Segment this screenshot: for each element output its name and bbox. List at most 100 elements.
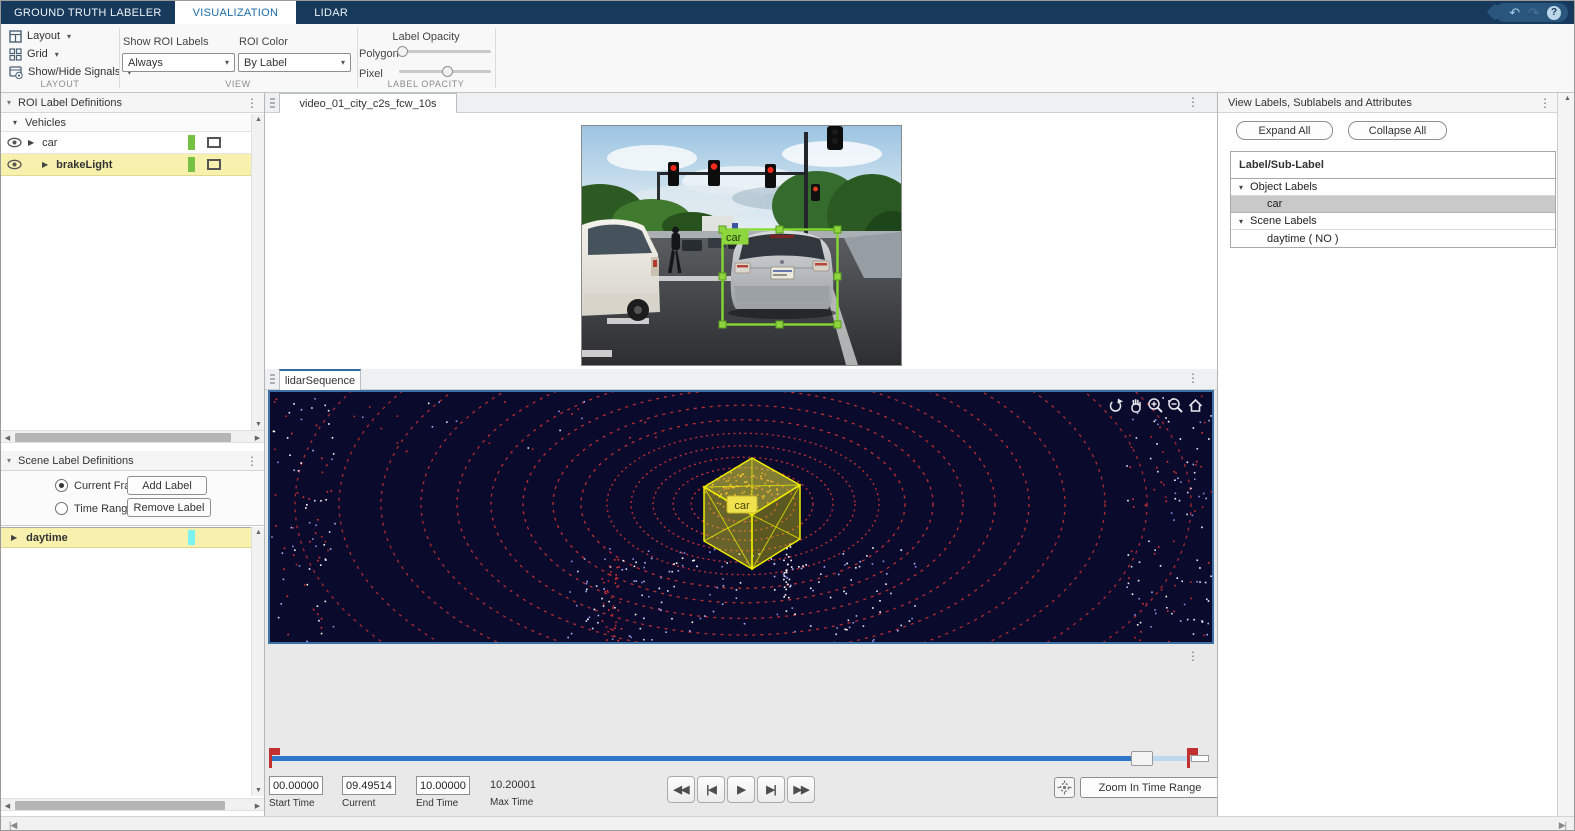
roi-item-brakelight[interactable]: ▶ brakeLight — [1, 154, 251, 176]
rewind-button[interactable]: ◀◀ — [667, 776, 695, 803]
pixel-opacity-slider[interactable] — [399, 66, 491, 77]
scroll-down-icon[interactable]: ▼ — [252, 421, 265, 428]
table-row-object-labels[interactable]: ▾ Object Labels — [1231, 179, 1555, 196]
roi-item-car[interactable]: ▶ car — [1, 132, 251, 154]
color-swatch[interactable] — [188, 135, 195, 150]
expander-icon[interactable]: ▶ — [28, 138, 34, 147]
roi-color-dropdown[interactable]: By Label▾ — [238, 53, 351, 72]
drag-grip-icon[interactable] — [270, 374, 275, 385]
tab-visualization[interactable]: VISUALIZATION — [175, 1, 297, 24]
scroll-thumb[interactable] — [15, 433, 231, 442]
show-hide-signals-button[interactable]: Show/Hide Signals▾ — [9, 64, 131, 80]
radio-icon[interactable] — [55, 502, 68, 515]
home-icon[interactable] — [1187, 397, 1204, 414]
scene-vertical-scrollbar[interactable]: ▲ ▼ — [251, 527, 264, 796]
scroll-right-icon[interactable]: ▶ — [251, 802, 264, 810]
eye-icon[interactable] — [7, 137, 22, 148]
scroll-left-icon[interactable]: ◀ — [1, 434, 14, 442]
timeline-track[interactable] — [271, 756, 1205, 761]
previous-frame-button[interactable]: |◀ — [697, 776, 725, 803]
roi-vertical-scrollbar[interactable]: ▲ ▼ — [251, 114, 264, 430]
scene-horizontal-scrollbar[interactable]: ◀ ▶ — [1, 798, 264, 811]
expanded-icon[interactable]: ▾ — [13, 118, 17, 127]
table-row-daytime[interactable]: daytime ( NO ) — [1231, 230, 1555, 247]
video-tab[interactable]: video_01_city_c2s_fcw_10s — [279, 93, 457, 113]
zoom-out-icon[interactable] — [1167, 397, 1184, 414]
expanded-icon[interactable]: ▾ — [1239, 183, 1243, 192]
current-time-input[interactable] — [342, 776, 396, 795]
scroll-up-icon[interactable]: ▲ — [252, 116, 265, 123]
video-frame[interactable]: car — [581, 125, 902, 366]
scroll-right-icon[interactable]: ▶ — [251, 434, 264, 442]
next-frame-button[interactable]: ▶| — [757, 776, 785, 803]
play-button[interactable]: ▶ — [727, 776, 755, 803]
roi-group-row[interactable]: ▾ Vehicles — [1, 114, 251, 132]
undo-icon[interactable]: ↶ — [1509, 4, 1520, 21]
table-row-scene-labels[interactable]: ▾ Scene Labels — [1231, 213, 1555, 230]
slider-thumb[interactable] — [397, 46, 408, 57]
expanded-icon[interactable]: ▾ — [1239, 217, 1243, 226]
kebab-menu-icon[interactable]: ⋮ — [1539, 98, 1551, 108]
expander-icon[interactable]: ▶ — [42, 160, 48, 169]
color-swatch[interactable] — [188, 157, 195, 172]
rotate-icon[interactable] — [1107, 397, 1124, 414]
end-flag-marker[interactable] — [1187, 748, 1190, 768]
lidar-point-cloud-view[interactable]: car — [268, 390, 1214, 644]
show-hide-signals-icon — [9, 66, 23, 79]
slider-thumb[interactable] — [442, 66, 453, 77]
tab-lidar[interactable]: LIDAR — [296, 1, 366, 24]
scroll-up-icon[interactable]: ▲ — [252, 529, 265, 536]
add-label-button[interactable]: Add Label — [127, 476, 207, 495]
expander-icon[interactable]: ▶ — [11, 533, 17, 542]
zoom-in-icon[interactable] — [1147, 397, 1164, 414]
max-time-field: 10.20001 Max Time — [490, 779, 560, 808]
radio-icon[interactable] — [55, 479, 68, 492]
right-vertical-scrollbar[interactable]: ▲ — [1557, 93, 1575, 816]
start-flag-marker[interactable] — [269, 748, 272, 768]
collapse-all-button[interactable]: Collapse All — [1348, 121, 1447, 140]
help-icon[interactable]: ? — [1547, 6, 1561, 20]
collapse-icon[interactable]: ▾ — [7, 98, 11, 107]
zoom-in-time-range-button[interactable]: Zoom In Time Range — [1080, 777, 1220, 798]
scene-item-daytime[interactable]: ▶ daytime — [1, 527, 251, 548]
drag-grip-icon[interactable] — [270, 98, 275, 109]
collapse-icon[interactable]: ▾ — [7, 456, 11, 465]
kebab-menu-icon[interactable]: ⋮ — [1187, 97, 1199, 107]
roi-color-label: ROI Color — [239, 36, 288, 48]
scroll-left-icon[interactable]: ◀ — [1, 802, 14, 810]
kebab-menu-icon[interactable]: ⋮ — [1187, 651, 1199, 661]
pan-hand-icon[interactable] — [1127, 397, 1144, 414]
roi-horizontal-scrollbar[interactable]: ◀ ▶ — [1, 430, 264, 443]
labels-attributes-panel: View Labels, Sublabels and Attributes ⋮ … — [1217, 93, 1557, 816]
current-time-label: Current — [342, 798, 412, 809]
table-row-car[interactable]: car — [1231, 196, 1555, 213]
expand-all-button[interactable]: Expand All — [1236, 121, 1333, 140]
view-section-label: VIEW — [119, 79, 357, 89]
app-title-tab[interactable]: GROUND TRUTH LABELER — [1, 1, 175, 24]
grid-button[interactable]: Grid▾ — [9, 46, 59, 62]
lidar-sequence-tab[interactable]: lidarSequence — [279, 369, 361, 390]
collapse-right-icon[interactable]: ▶| — [1559, 820, 1566, 831]
start-time-input[interactable] — [269, 776, 323, 795]
collapse-left-icon[interactable]: |◀ — [9, 820, 16, 831]
polygon-opacity-slider[interactable] — [399, 46, 491, 57]
scroll-thumb[interactable] — [15, 801, 225, 810]
kebab-menu-icon[interactable]: ⋮ — [1187, 373, 1199, 383]
layout-button[interactable]: Layout▾ — [9, 28, 71, 44]
scroll-up-icon[interactable]: ▲ — [1561, 95, 1574, 102]
show-roi-labels-dropdown[interactable]: Always▾ — [122, 53, 235, 72]
color-swatch[interactable] — [188, 530, 195, 545]
timeline-thumb[interactable] — [1131, 751, 1153, 766]
scene-item-label: daytime — [26, 532, 68, 544]
time-range-radio[interactable]: Time Range — [55, 502, 134, 515]
kebab-menu-icon[interactable]: ⋮ — [246, 456, 258, 466]
timeline-scrubber[interactable] — [269, 748, 1207, 768]
kebab-menu-icon[interactable]: ⋮ — [246, 98, 258, 108]
zoom-range-icon-button[interactable] — [1054, 777, 1075, 798]
remove-label-button[interactable]: Remove Label — [127, 498, 211, 517]
eye-icon[interactable] — [7, 159, 22, 170]
redo-icon[interactable]: ↷ — [1528, 4, 1539, 21]
fast-forward-button[interactable]: ▶▶ — [787, 776, 815, 803]
end-time-input[interactable] — [416, 776, 470, 795]
scroll-down-icon[interactable]: ▼ — [252, 787, 265, 794]
